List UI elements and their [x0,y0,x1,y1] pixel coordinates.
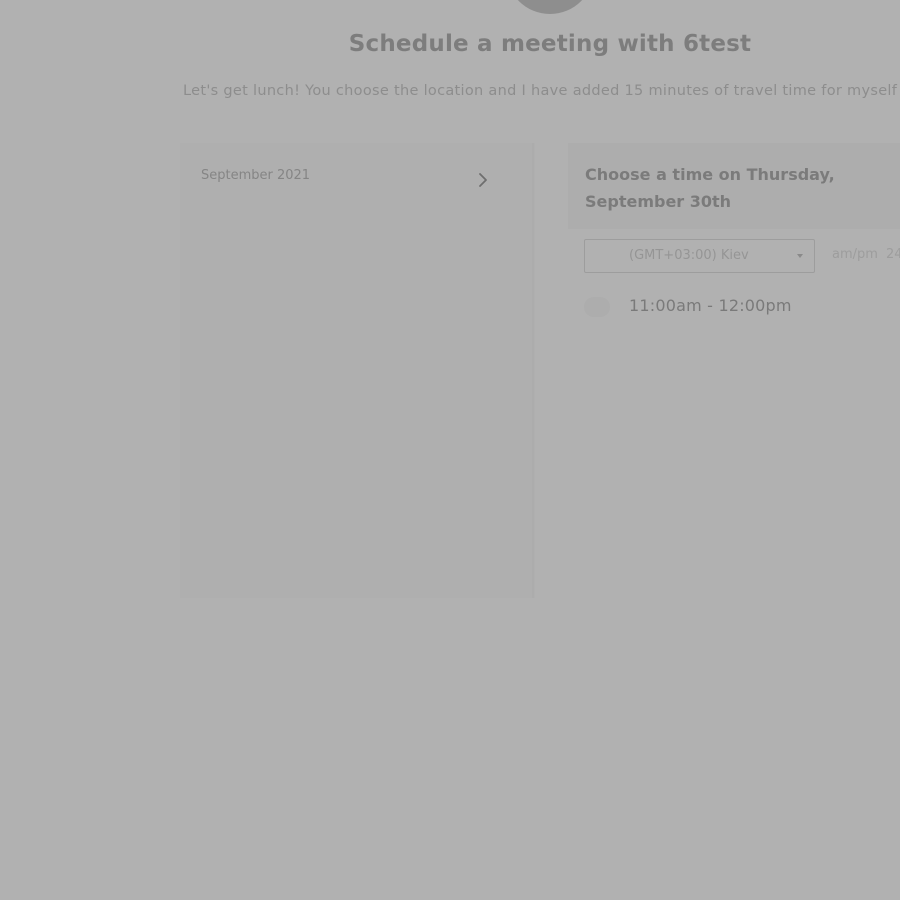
meeting-description: Let's get lunch! You choose the location… [183,83,898,99]
page-title: Schedule a meeting with 6test [348,31,752,57]
calendar-panel: September 2021 [180,143,535,598]
caret-down-icon [797,254,803,258]
format-option-24h[interactable]: 24h [886,247,900,262]
timezone-select[interactable]: (GMT+03:00) Kiev [584,239,815,273]
timezone-select-value: (GMT+03:00) Kiev [629,248,749,263]
panel-divider [532,143,534,598]
time-format-toggle: am/pm 24h [832,247,900,262]
time-slot[interactable]: 11:00am - 12:00pm [584,292,900,322]
format-option-ampm[interactable]: am/pm [832,247,878,262]
time-panel-header: Choose a time on Thursday, September 30t… [568,143,900,229]
time-slot-label: 11:00am - 12:00pm [629,296,792,315]
calendar-month-label: September 2021 [201,168,311,183]
time-panel-heading: Choose a time on Thursday, September 30t… [585,165,835,211]
avatar [506,0,594,14]
time-slot-radio[interactable] [584,297,610,317]
chevron-right-icon[interactable] [474,171,492,189]
